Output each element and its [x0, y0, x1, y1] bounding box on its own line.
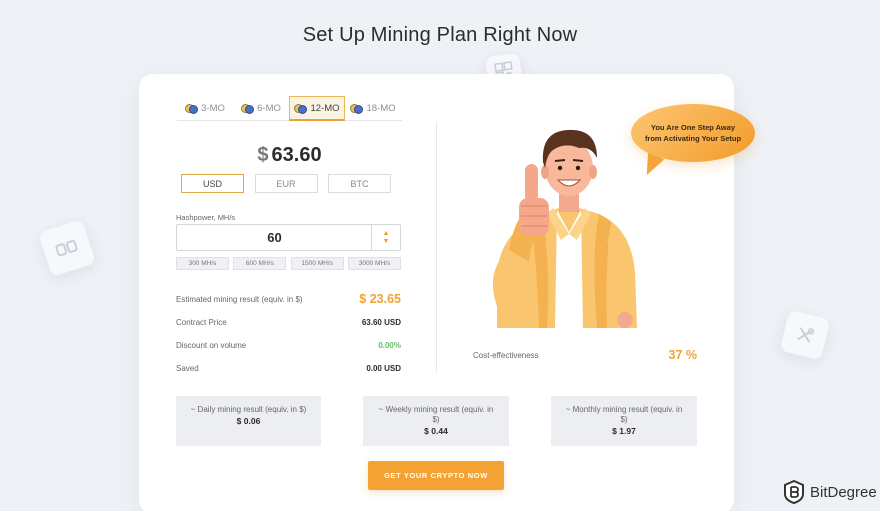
- preset-3000-button[interactable]: 3000 MH/s: [347, 257, 401, 270]
- discount-row: Discount on volume 0.00%: [176, 341, 401, 350]
- speech-bubble: You Are One Step Away from Activating Yo…: [631, 104, 755, 162]
- hashpower-presets: 300 MH/s 600 MH/s 1500 MH/s 3000 MH/s: [176, 257, 401, 270]
- mining-plan-card: 3-MO 6-MO 12-MO 18-MO $63.60 USD EUR BTC…: [139, 74, 755, 511]
- price-currency-symbol: $: [257, 144, 269, 166]
- monthly-result-amount: $ 1.97: [612, 426, 636, 436]
- weekly-result-label: ~ Weekly mining result (equiv. in $): [378, 405, 494, 424]
- currency-eur-button[interactable]: EUR: [254, 174, 318, 193]
- tab-18-mo[interactable]: 18-MO: [345, 96, 401, 121]
- contract-price-label: Contract Price: [176, 318, 227, 327]
- discount-label: Discount on volume: [176, 341, 247, 350]
- tools-cube-icon: [779, 309, 831, 361]
- estimated-result-label: Estimated mining result (equiv. in $): [176, 294, 303, 304]
- contract-price-value: 63.60 USD: [361, 318, 401, 327]
- coins-icon: [241, 103, 255, 114]
- daily-result-amount: $ 0.06: [236, 416, 261, 426]
- discount-value: 0.00%: [378, 341, 401, 350]
- page-title: Set Up Mining Plan Right Now: [302, 24, 578, 46]
- saved-value: 0.00 USD: [366, 364, 401, 373]
- preset-600-button[interactable]: 600 MH/s: [233, 257, 287, 270]
- coins-icon: [350, 103, 364, 114]
- brand-name: BitDegree: [810, 483, 877, 501]
- cost-effectiveness-value: 37 %: [668, 348, 698, 362]
- hashpower-stepper[interactable]: ▲ ▼: [371, 225, 400, 250]
- coins-icon: [185, 103, 199, 114]
- plan-price: $63.60: [177, 144, 402, 167]
- tab-6-mo[interactable]: 6-MO: [233, 96, 289, 121]
- chevron-down-icon[interactable]: ▼: [383, 238, 390, 246]
- saved-row: Saved 0.00 USD: [176, 364, 401, 373]
- daily-result-label: ~ Daily mining result (equiv. in $): [190, 405, 307, 414]
- preset-1500-button[interactable]: 1500 MH/s: [290, 257, 344, 270]
- hashpower-label: Hashpower, MH/s: [176, 213, 236, 222]
- preset-300-button[interactable]: 300 MH/s: [176, 257, 229, 270]
- column-divider: [436, 122, 437, 372]
- currency-btc-button[interactable]: BTC: [328, 174, 391, 193]
- price-amount: 63.60: [271, 144, 322, 166]
- weekly-result-box: ~ Weekly mining result (equiv. in $) $ 0…: [363, 396, 509, 446]
- weekly-result-amount: $ 0.44: [424, 426, 448, 436]
- get-crypto-button[interactable]: GET YOUR CRYPTO NOW: [368, 461, 504, 490]
- monthly-result-box: ~ Monthly mining result (equiv. in $) $ …: [551, 396, 697, 446]
- thumbs-up-man-illustration: [492, 129, 637, 328]
- hashpower-input[interactable]: 60 ▲ ▼: [176, 224, 401, 251]
- hashpower-value[interactable]: 60: [177, 225, 372, 250]
- currency-selector: USD EUR BTC: [181, 174, 391, 193]
- estimated-result-value: $ 23.65: [359, 292, 401, 306]
- coins-icon: [294, 103, 308, 114]
- chevron-up-icon[interactable]: ▲: [383, 230, 390, 238]
- estimated-result-row: Estimated mining result (equiv. in $) $ …: [176, 292, 401, 306]
- saved-label: Saved: [176, 364, 199, 373]
- daily-result-box: ~ Daily mining result (equiv. in $) $ 0.…: [176, 396, 321, 446]
- currency-usd-button[interactable]: USD: [181, 174, 244, 193]
- monthly-result-label: ~ Monthly mining result (equiv. in $): [565, 405, 683, 424]
- bitdegree-shield-icon: [784, 480, 804, 504]
- plan-tabs: 3-MO 6-MO 12-MO 18-MO: [177, 96, 402, 121]
- bitdegree-logo: BitDegree: [783, 480, 877, 504]
- cost-effectiveness-row: Cost-effectiveness 37 %: [473, 348, 697, 362]
- coin-cube-icon: [38, 219, 96, 277]
- contract-price-row: Contract Price 63.60 USD: [176, 318, 401, 327]
- tab-12-mo[interactable]: 12-MO: [289, 96, 345, 121]
- tab-3-mo[interactable]: 3-MO: [177, 96, 233, 121]
- cost-effectiveness-label: Cost-effectiveness: [473, 350, 539, 360]
